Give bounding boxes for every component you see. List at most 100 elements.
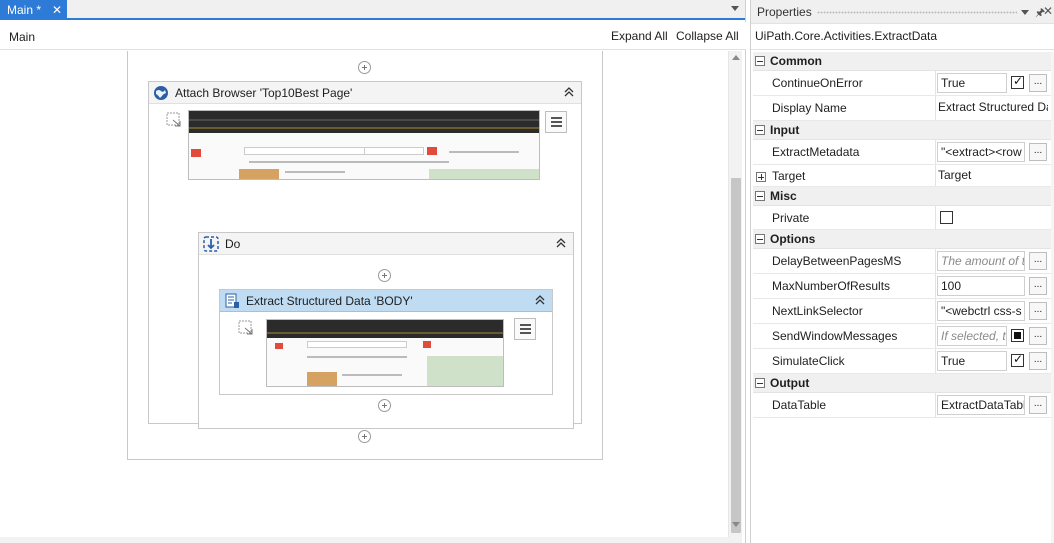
properties-title-bar: Properties 🖈 ✕: [751, 0, 1054, 24]
close-icon[interactable]: ✕: [1043, 4, 1053, 18]
collapse-toggle-icon[interactable]: [755, 234, 765, 244]
ellipsis-button[interactable]: ...: [1029, 143, 1047, 161]
sendwindowmessages-field[interactable]: If selected, t: [937, 326, 1007, 346]
collapse-all-button[interactable]: Collapse All: [676, 29, 739, 43]
extractmetadata-field[interactable]: "<extract><row: [937, 142, 1025, 162]
property-row-simulateclick: SimulateClick True ...: [753, 349, 1051, 374]
chevron-down-icon[interactable]: [731, 6, 739, 11]
category-label: Output: [770, 376, 810, 390]
continueonerror-field[interactable]: True: [937, 73, 1007, 93]
display-name-field[interactable]: Extract Structured Data 'BODY': [938, 100, 1048, 120]
category-label: Misc: [770, 189, 797, 203]
add-activity-icon[interactable]: [378, 269, 391, 282]
property-row-target: Target Target: [753, 165, 1051, 187]
ellipsis-button[interactable]: ...: [1029, 74, 1047, 92]
scrollbar-thumb[interactable]: [731, 178, 741, 533]
attach-browser-activity[interactable]: Attach Browser 'Top10Best Page' Do Extra…: [148, 81, 582, 429]
expand-all-button[interactable]: Expand All: [611, 29, 668, 43]
do-sequence[interactable]: Do Extract Structured Data 'BODY': [198, 232, 574, 429]
private-checkbox[interactable]: [940, 211, 953, 224]
expand-toggle-icon[interactable]: [756, 172, 766, 182]
workflow-designer: Main * ✕ Main Expand All Collapse All At…: [0, 0, 746, 543]
main-sequence[interactable]: Attach Browser 'Top10Best Page' Do Extra…: [127, 51, 603, 460]
element-screenshot-thumbnail: [266, 319, 504, 387]
category-label: Common: [770, 54, 822, 68]
scroll-up-icon[interactable]: [732, 55, 740, 60]
property-name: Display Name: [772, 101, 847, 115]
collapse-chevron-icon[interactable]: [563, 86, 575, 98]
properties-title: Properties: [757, 5, 812, 19]
attach-browser-title: Attach Browser 'Top10Best Page': [175, 86, 353, 100]
property-grid: Common ContinueOnError True ... Display …: [753, 52, 1051, 418]
designer-canvas[interactable]: Attach Browser 'Top10Best Page' Do Extra…: [0, 51, 728, 537]
maxnumberofresults-field[interactable]: 100: [937, 276, 1025, 296]
property-name: MaxNumberOfResults: [772, 279, 891, 293]
selector-options-button[interactable]: [514, 318, 536, 340]
simulateclick-checkbox[interactable]: [1011, 352, 1024, 367]
property-row-private: Private: [753, 206, 1051, 230]
category-input[interactable]: Input: [753, 121, 1051, 140]
indicate-target-icon[interactable]: [238, 320, 254, 336]
property-name: DataTable: [772, 398, 827, 412]
property-name: ExtractMetadata: [772, 145, 860, 159]
category-output[interactable]: Output: [753, 374, 1051, 393]
do-title: Do: [225, 237, 241, 251]
chevron-down-icon[interactable]: [1021, 10, 1029, 15]
datatable-field[interactable]: ExtractDataTable: [937, 395, 1025, 415]
do-header[interactable]: Do: [199, 233, 573, 255]
extract-structured-data-activity[interactable]: Extract Structured Data 'BODY': [219, 289, 553, 395]
extract-data-icon: [225, 293, 239, 308]
properties-panel: Properties 🖈 ✕ UiPath.Core.Activities.Ex…: [750, 0, 1054, 543]
close-icon[interactable]: ✕: [52, 0, 62, 20]
category-label: Input: [770, 123, 800, 137]
property-row-delaybetweenpages: DelayBetweenPagesMS The amount of time .…: [753, 249, 1051, 274]
collapse-toggle-icon[interactable]: [755, 125, 765, 135]
add-activity-icon[interactable]: [358, 430, 371, 443]
property-row-extractmetadata: ExtractMetadata "<extract><row ...: [753, 140, 1051, 165]
globe-icon: [154, 86, 168, 100]
property-row-continueonerror: ContinueOnError True ...: [753, 71, 1051, 96]
breadcrumb[interactable]: Main: [9, 30, 35, 44]
collapse-chevron-icon[interactable]: [555, 237, 567, 249]
nextlinkselector-field[interactable]: "<webctrl css-s: [937, 301, 1025, 321]
designer-vertical-scrollbar[interactable]: [728, 51, 742, 537]
property-name: DelayBetweenPagesMS: [772, 254, 902, 268]
add-activity-icon[interactable]: [358, 61, 371, 74]
scroll-down-icon[interactable]: [732, 522, 740, 527]
selected-activity-type: UiPath.Core.Activities.ExtractData: [751, 24, 1054, 50]
ellipsis-button[interactable]: ...: [1029, 327, 1047, 345]
designer-horizontal-scrollbar[interactable]: [0, 537, 742, 543]
collapse-toggle-icon[interactable]: [755, 56, 765, 66]
ellipsis-button[interactable]: ...: [1029, 277, 1047, 295]
property-row-nextlinkselector: NextLinkSelector "<webctrl css-s ...: [753, 299, 1051, 324]
extract-header[interactable]: Extract Structured Data 'BODY': [220, 290, 552, 312]
property-row-datatable: DataTable ExtractDataTable ...: [753, 393, 1051, 418]
category-misc[interactable]: Misc: [753, 187, 1051, 206]
simulateclick-field[interactable]: True: [937, 351, 1007, 371]
collapse-toggle-icon[interactable]: [755, 378, 765, 388]
ellipsis-button[interactable]: ...: [1029, 396, 1047, 414]
delaybetweenpages-field[interactable]: The amount of time: [937, 251, 1025, 271]
sequence-icon: [203, 236, 219, 252]
ellipsis-button[interactable]: ...: [1029, 352, 1047, 370]
indicate-target-icon[interactable]: [166, 112, 182, 128]
category-options[interactable]: Options: [753, 230, 1051, 249]
property-row-sendwindowmessages: SendWindowMessages If selected, t ...: [753, 324, 1051, 349]
property-row-maxnumberofresults: MaxNumberOfResults 100 ...: [753, 274, 1051, 299]
sendwindowmessages-checkbox[interactable]: [1011, 329, 1024, 342]
add-activity-icon[interactable]: [378, 399, 391, 412]
category-common[interactable]: Common: [753, 52, 1051, 71]
ellipsis-button[interactable]: ...: [1029, 252, 1047, 270]
tab-main[interactable]: Main * ✕: [0, 0, 67, 20]
ellipsis-button[interactable]: ...: [1029, 302, 1047, 320]
continueonerror-checkbox[interactable]: [1011, 74, 1024, 89]
selector-options-button[interactable]: [545, 111, 567, 133]
property-row-displayname: Display Name Extract Structured Data 'BO…: [753, 96, 1051, 121]
target-field[interactable]: Target: [938, 168, 1048, 188]
tab-main-label: Main *: [7, 3, 42, 17]
collapse-toggle-icon[interactable]: [755, 191, 765, 201]
attach-browser-header[interactable]: Attach Browser 'Top10Best Page': [149, 82, 581, 104]
drag-grip[interactable]: [817, 11, 1017, 14]
property-name: ContinueOnError: [772, 76, 863, 90]
collapse-chevron-icon[interactable]: [534, 294, 546, 306]
